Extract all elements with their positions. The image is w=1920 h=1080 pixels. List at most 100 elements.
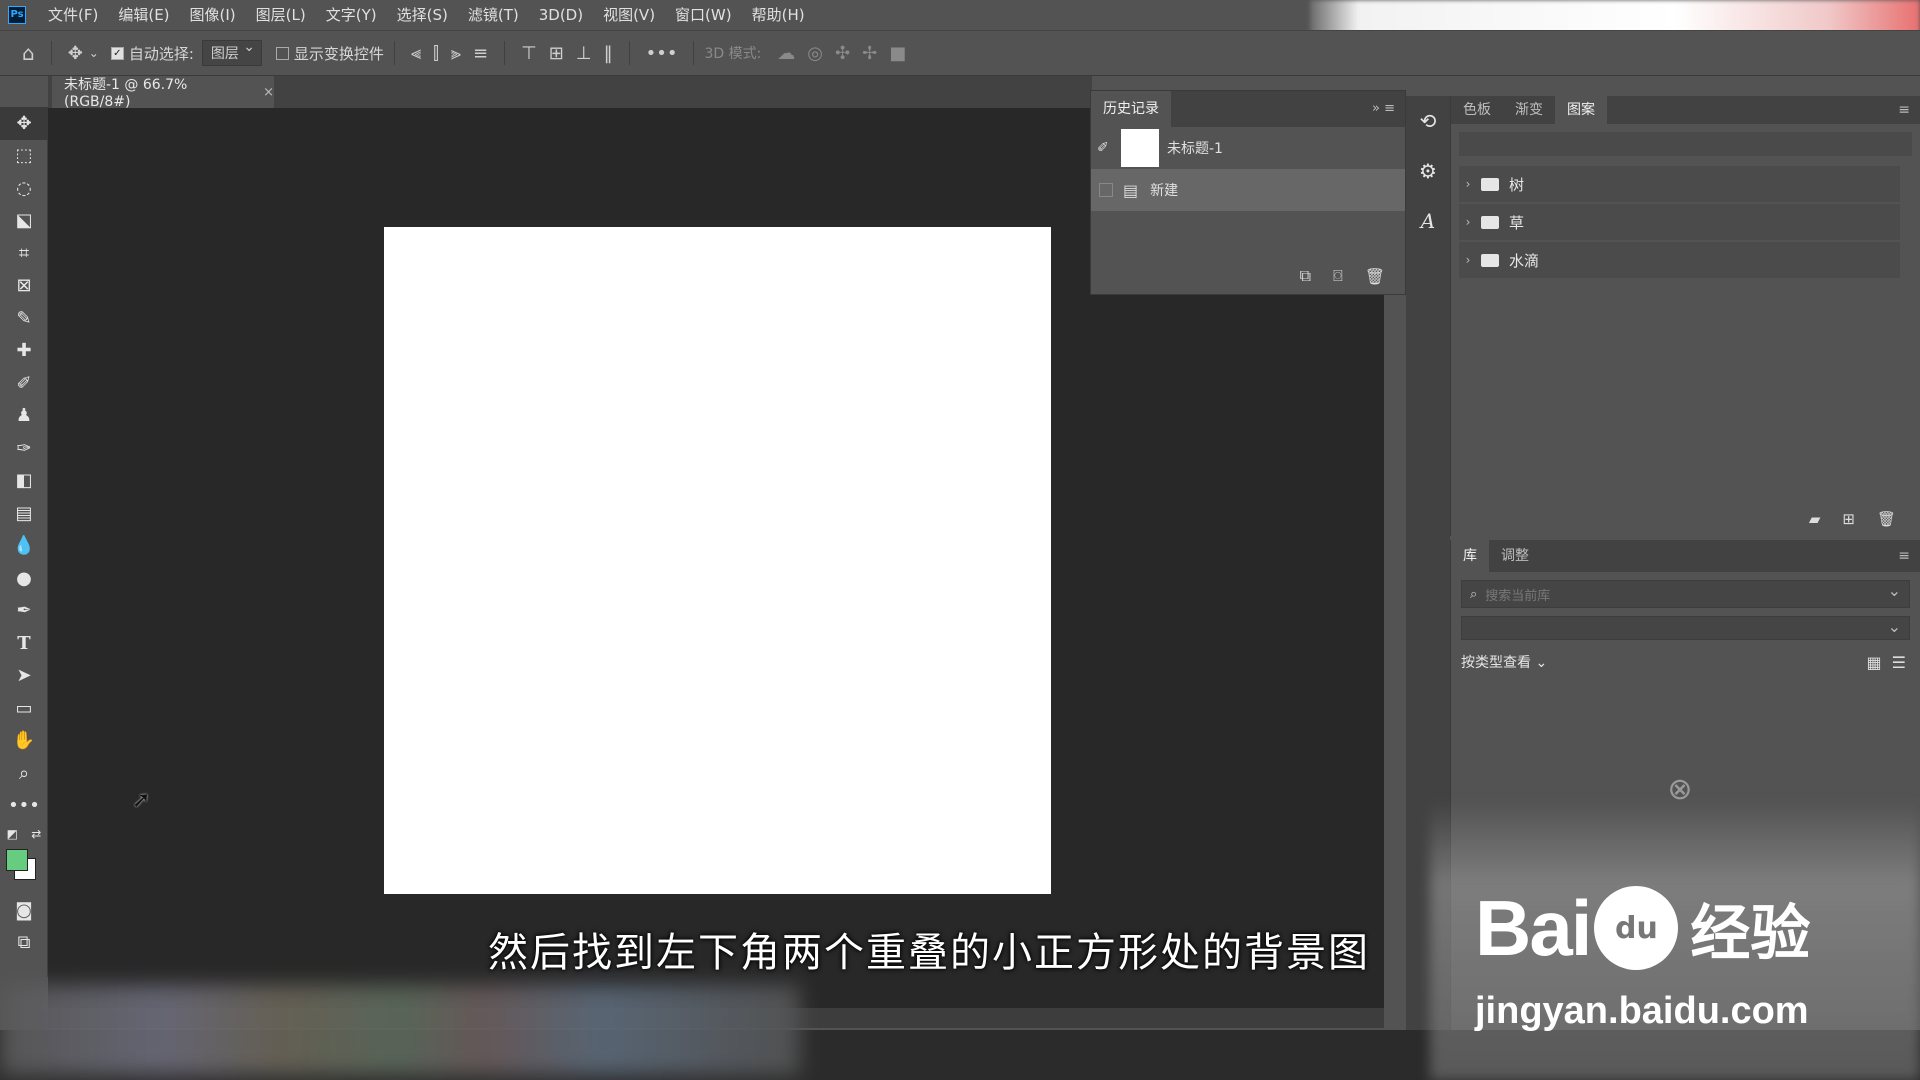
screen-mode-icon[interactable]: ⧉	[0, 927, 48, 960]
blur-tool-icon[interactable]: 💧	[0, 530, 48, 563]
home-icon[interactable]: ⌂	[22, 41, 35, 65]
menu-window[interactable]: 窗口(W)	[665, 4, 742, 25]
tab-libraries[interactable]: 库	[1451, 540, 1489, 572]
stamp-tool-icon[interactable]: ♟	[0, 400, 48, 433]
pattern-slider-bar[interactable]	[1459, 132, 1912, 156]
path-select-tool-icon[interactable]: ➤	[0, 660, 48, 693]
baidu-jingyan-logo: Bai du 经验	[1475, 878, 1915, 978]
eraser-tool-icon[interactable]: ◧	[0, 465, 48, 498]
new-pattern-icon[interactable]: ⊞	[1842, 510, 1855, 528]
hand-tool-icon[interactable]: ✋	[0, 725, 48, 758]
libraries-panel-tabs: 库 调整 ≡	[1451, 540, 1920, 572]
tab-history[interactable]: 历史记录	[1091, 91, 1171, 127]
quick-mask-icon[interactable]: ◙	[0, 894, 48, 927]
lasso-tool-icon[interactable]: ◌	[0, 172, 48, 205]
menu-type[interactable]: 文字(Y)	[316, 4, 387, 25]
history-step[interactable]: ▤ 新建	[1091, 169, 1405, 211]
move-tool-icon[interactable]: ✥	[0, 107, 48, 140]
tab-adjustments[interactable]: 调整	[1489, 540, 1541, 572]
menu-view[interactable]: 视图(V)	[593, 4, 665, 25]
document-tab[interactable]: 未标题-1 @ 66.7%(RGB/8#) ×	[52, 76, 274, 110]
view-by-type-dropdown[interactable]: 按类型查看 ⌄	[1461, 652, 1547, 672]
history-panel-icon[interactable]: ⟲	[1406, 96, 1450, 146]
type-tool-icon[interactable]: T	[0, 627, 48, 660]
auto-select-dropdown[interactable]: 图层	[201, 39, 262, 66]
library-search-field[interactable]: ⌕ 搜索当前库	[1461, 580, 1910, 608]
marquee-tool-icon[interactable]: ⬚	[0, 140, 48, 173]
distribute-v-icon[interactable]: ≡	[473, 43, 488, 64]
tab-patterns[interactable]: 图案	[1555, 96, 1607, 124]
frame-tool-icon[interactable]: ⊠	[0, 270, 48, 303]
edit-toolbar-icon[interactable]: •••	[0, 790, 48, 823]
tab-swatches[interactable]: 色板	[1451, 96, 1503, 124]
panel-collapse-icon[interactable]: » ≡	[1372, 91, 1395, 127]
swap-colors-icon[interactable]: ⇄	[31, 827, 41, 841]
crop-tool-icon[interactable]: ⌗	[0, 237, 48, 270]
align-center-h-icon[interactable]: ⫿	[433, 43, 439, 64]
more-options-icon[interactable]: •••	[646, 43, 678, 64]
tab-gradients[interactable]: 渐变	[1503, 96, 1555, 124]
pattern-group-tree[interactable]: › 树	[1459, 166, 1900, 202]
history-brush-tool-icon[interactable]: ✑	[0, 432, 48, 465]
menu-filter[interactable]: 滤镜(T)	[458, 4, 529, 25]
chevron-right-icon[interactable]: ›	[1459, 177, 1477, 191]
history-step-checkbox[interactable]	[1099, 183, 1113, 197]
pattern-group-grass[interactable]: › 草	[1459, 204, 1900, 240]
3d-roll-icon[interactable]: ◎	[807, 43, 823, 64]
pattern-group-waterdrop[interactable]: › 水滴	[1459, 242, 1900, 278]
dodge-tool-icon[interactable]: ●	[0, 562, 48, 595]
trash-icon[interactable]: 🗑	[1365, 267, 1385, 286]
menu-select[interactable]: 选择(S)	[387, 4, 458, 25]
blurred-taskbar-region	[0, 985, 800, 1075]
tools-panel: ✥ ⬚ ◌ ⬕ ⌗ ⊠ ✎ ✚ ✐ ♟ ✑ ◧ ▤ 💧 ● ✒ T ➤ ▭ ✋ …	[0, 107, 48, 977]
new-group-folder-icon[interactable]: ▰	[1809, 510, 1821, 528]
eyedropper-tool-icon[interactable]: ✎	[0, 302, 48, 335]
panel-menu-icon[interactable]: ≡	[1898, 540, 1910, 572]
history-brush-source-icon[interactable]: ✐	[1097, 140, 1115, 156]
history-snapshot[interactable]: ✐ 未标题-1	[1091, 127, 1405, 169]
align-right-icon[interactable]: ⫸	[451, 43, 461, 64]
menu-help[interactable]: 帮助(H)	[742, 4, 815, 25]
zoom-tool-icon[interactable]: ⌕	[0, 757, 48, 790]
distribute-h-icon[interactable]: ‖	[604, 43, 613, 64]
menu-file[interactable]: 文件(F)	[38, 4, 108, 25]
close-icon[interactable]: ×	[263, 85, 274, 100]
snapshot-camera-icon[interactable]: ⌼	[1333, 266, 1343, 286]
object-select-tool-icon[interactable]: ⬕	[0, 205, 48, 238]
healing-brush-tool-icon[interactable]: ✚	[0, 335, 48, 368]
chevron-right-icon[interactable]: ›	[1459, 215, 1477, 229]
trash-icon[interactable]: 🗑	[1877, 510, 1896, 528]
grid-view-icon[interactable]: ▦	[1867, 653, 1882, 672]
chevron-right-icon[interactable]: ›	[1459, 253, 1477, 267]
align-bottom-icon[interactable]: ⊥	[576, 43, 592, 64]
patterns-footer: ▰ ⊞ 🗑	[1451, 502, 1920, 536]
library-select-dropdown[interactable]	[1461, 616, 1910, 640]
auto-select-checkbox[interactable]: ✓	[110, 46, 124, 60]
character-panel-icon[interactable]: A	[1406, 196, 1450, 246]
menu-edit[interactable]: 编辑(E)	[108, 4, 179, 25]
foreground-color-swatch[interactable]	[6, 849, 28, 871]
move-tool-icon[interactable]: ✥	[68, 43, 83, 64]
3d-camera-icon[interactable]: ■	[889, 43, 906, 64]
align-left-icon[interactable]: ⫷	[411, 43, 421, 64]
align-middle-v-icon[interactable]: ⊞	[549, 43, 564, 64]
pen-tool-icon[interactable]: ✒	[0, 595, 48, 628]
3d-orbit-icon[interactable]: ☁	[777, 43, 795, 64]
show-transform-checkbox[interactable]	[275, 46, 289, 60]
rectangle-tool-icon[interactable]: ▭	[0, 692, 48, 725]
default-colors-icon[interactable]: ◩	[7, 827, 18, 841]
new-document-from-state-icon[interactable]: ⧉	[1300, 266, 1311, 286]
align-top-icon[interactable]: ⊤	[521, 43, 537, 64]
list-view-icon[interactable]: ☰	[1892, 653, 1906, 672]
gradient-tool-icon[interactable]: ▤	[0, 497, 48, 530]
brush-tool-icon[interactable]: ✐	[0, 367, 48, 400]
menu-layer[interactable]: 图层(L)	[246, 4, 316, 25]
menu-3d[interactable]: 3D(D)	[529, 6, 593, 24]
properties-panel-icon[interactable]: ⚙	[1406, 146, 1450, 196]
3d-pan-icon[interactable]: ✣	[835, 43, 850, 64]
document-canvas[interactable]	[384, 227, 1051, 894]
menu-image[interactable]: 图像(I)	[180, 4, 246, 25]
panel-menu-icon[interactable]: ≡	[1898, 96, 1910, 124]
3d-slide-icon[interactable]: ✢	[862, 43, 877, 64]
chevron-down-icon[interactable]: ⌄	[89, 46, 99, 60]
